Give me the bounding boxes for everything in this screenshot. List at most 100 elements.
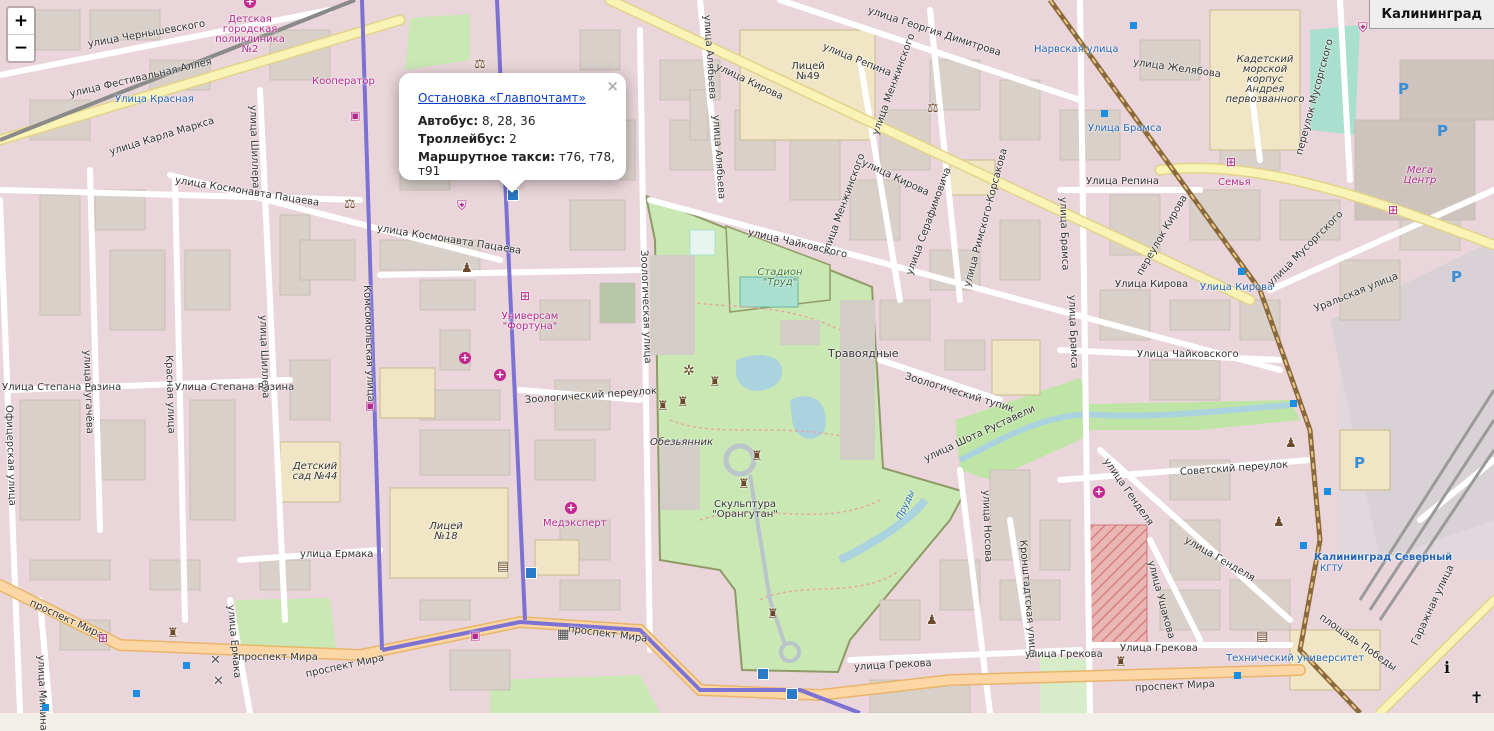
poi-licey18: Лицей №18 <box>429 521 463 542</box>
close-icon[interactable]: × <box>606 77 619 95</box>
monument-icon[interactable]: ♜ <box>657 400 669 413</box>
transit-stop-icon[interactable] <box>1324 488 1331 495</box>
bus-stop-icon[interactable] <box>525 567 537 579</box>
poi-semya: Семья <box>1218 177 1251 188</box>
transit-stop-icon[interactable] <box>133 690 140 697</box>
police-icon[interactable]: ♟ <box>1285 437 1297 450</box>
hospital-icon[interactable]: ⛨ <box>1358 22 1368 35</box>
street-label: Офицерская улица <box>3 404 18 506</box>
monument-icon[interactable]: ♜ <box>709 376 721 389</box>
transit-stop-icon[interactable] <box>1238 268 1245 275</box>
trolley-label: Троллейбус: <box>418 132 506 146</box>
bus-stop-icon[interactable]: ▣ <box>365 400 375 411</box>
poi-licey49: Лицей №49 <box>791 61 825 82</box>
bus-stop-icon[interactable]: ▣ <box>350 110 360 121</box>
street-label: улица Ермака <box>300 549 374 560</box>
parking-icon[interactable]: P <box>1451 268 1462 286</box>
poi-skulptura: Скульптура "Орангутан" <box>712 499 778 520</box>
bus-stop-icon[interactable]: ▣ <box>470 630 480 641</box>
pharmacy-icon[interactable]: + <box>459 352 471 364</box>
monument-icon[interactable]: ♜ <box>751 450 763 463</box>
hospital-icon[interactable]: ⛨ <box>457 200 467 213</box>
courthouse-icon[interactable]: ⚖ <box>344 198 356 211</box>
bus-stop-icon[interactable] <box>757 668 769 680</box>
parking-icon[interactable]: P <box>1354 454 1365 472</box>
pharmacy-icon[interactable]: + <box>565 502 577 514</box>
crossing-icon[interactable]: ✕ <box>210 654 221 667</box>
street-label: улица Грекова <box>1025 649 1103 660</box>
monument-icon[interactable]: ♜ <box>167 627 179 640</box>
street-label: Красная улица <box>163 354 177 434</box>
transit-stop-icon[interactable] <box>183 662 190 669</box>
bus-label: Автобус: <box>418 114 479 128</box>
hospital-icon[interactable]: + <box>244 0 256 8</box>
pharmacy-icon[interactable]: + <box>494 369 506 381</box>
poi-poliklinika: Детская городская поликлиника №2 <box>215 14 285 55</box>
city-label[interactable]: Калининград <box>1368 0 1494 29</box>
transit-stop-icon[interactable] <box>1290 400 1297 407</box>
bus-routes-row: Автобус: 8, 28, 36 <box>418 114 535 128</box>
pharmacy-icon[interactable]: + <box>1093 486 1105 498</box>
police-icon[interactable]: ♟ <box>461 262 473 275</box>
street-label: Улица Степана Разина <box>175 382 295 393</box>
transit-stop-icon[interactable] <box>1101 110 1108 117</box>
street-label: проспект Мира <box>238 652 318 663</box>
taxi-label: Маршрутное такси: <box>418 150 556 164</box>
library-icon[interactable]: ▤ <box>497 560 509 573</box>
parking-icon[interactable]: P <box>1437 122 1448 140</box>
police-icon[interactable]: ♟ <box>1273 516 1285 529</box>
courthouse-icon[interactable]: ⚖ <box>474 58 486 71</box>
poi-obezyannik: Обезьянник <box>650 437 714 448</box>
library-icon[interactable]: ▤ <box>1256 630 1268 643</box>
courthouse-icon[interactable]: ⚖ <box>927 102 939 115</box>
poi-kaliningrad-severny: Калининград Северный <box>1314 552 1453 563</box>
street-label: улица Минина <box>35 654 49 731</box>
transit-stop-label: Улица Брамса <box>1088 123 1162 134</box>
monument-icon[interactable]: ♜ <box>738 478 750 491</box>
zoo-icon[interactable]: ✲ <box>683 364 695 378</box>
church-icon[interactable]: ✝ <box>1470 690 1483 706</box>
poi-travoyadnye: Травоядные <box>828 347 899 360</box>
police-icon[interactable]: ♟ <box>926 614 938 627</box>
stop-title-link[interactable]: Остановка «Главпочтамт» <box>418 91 586 105</box>
shop-icon[interactable]: ⊞ <box>98 632 108 644</box>
zoom-in-button[interactable]: + <box>8 8 34 34</box>
zoom-out-button[interactable]: − <box>8 34 34 61</box>
monument-icon[interactable]: ♜ <box>767 608 779 621</box>
street-label: улица Брамса <box>1057 196 1071 271</box>
transit-stop-icon[interactable] <box>1300 542 1307 549</box>
monument-icon[interactable]: ♜ <box>677 396 689 409</box>
shop-icon[interactable]: ⊞ <box>1226 156 1236 168</box>
crossing-icon[interactable]: ✕ <box>213 675 224 688</box>
street-label: Улица Репина <box>1086 176 1159 187</box>
street-label: Улица Степана Разина <box>2 382 122 393</box>
taxi-routes-row: Маршрутное такси: т76, т78, т91 <box>418 150 626 178</box>
transit-stop-icon[interactable] <box>1130 22 1137 29</box>
transit-stop-icon[interactable] <box>42 704 49 711</box>
monument-icon[interactable]: ♜ <box>1115 656 1127 669</box>
poi-kgtu: КГТУ <box>1320 564 1343 574</box>
bus-routes: 8, 28, 36 <box>478 114 536 128</box>
bus-stop-icon[interactable] <box>786 688 798 700</box>
trolley-routes: 2 <box>505 132 517 146</box>
cinema-icon[interactable]: ▦ <box>557 628 569 641</box>
street-label: Улица Кирова <box>1115 279 1189 290</box>
church-icon[interactable]: ℹ <box>1444 660 1450 676</box>
street-label: Улица Чайковского <box>1137 349 1239 360</box>
poi-tekh-univ: Технический университет <box>1226 653 1365 664</box>
parking-icon[interactable]: P <box>1398 80 1409 98</box>
shop-icon[interactable]: ⊞ <box>520 290 530 302</box>
plus-icon: + <box>13 11 29 31</box>
transit-stop-label: Нарвская улица <box>1034 44 1119 55</box>
poi-stadion: Стадион "Труд" <box>757 267 803 288</box>
shop-icon[interactable]: ⊞ <box>1388 204 1398 216</box>
street-label: Улица Грекова <box>1120 643 1198 654</box>
transit-stop-label: Улица Красная <box>115 94 194 105</box>
zoom-control: + − <box>6 6 36 63</box>
transit-stop-icon[interactable] <box>1234 672 1241 679</box>
poi-kooperator: Кооператор <box>312 76 375 87</box>
poi-mega: Мега Центр <box>1403 165 1437 186</box>
minus-icon: − <box>13 38 29 58</box>
poi-kadetsky: Кадетский морской корпус Андрея первозва… <box>1225 54 1305 105</box>
poi-medekspert: Медэксперт <box>543 518 607 529</box>
